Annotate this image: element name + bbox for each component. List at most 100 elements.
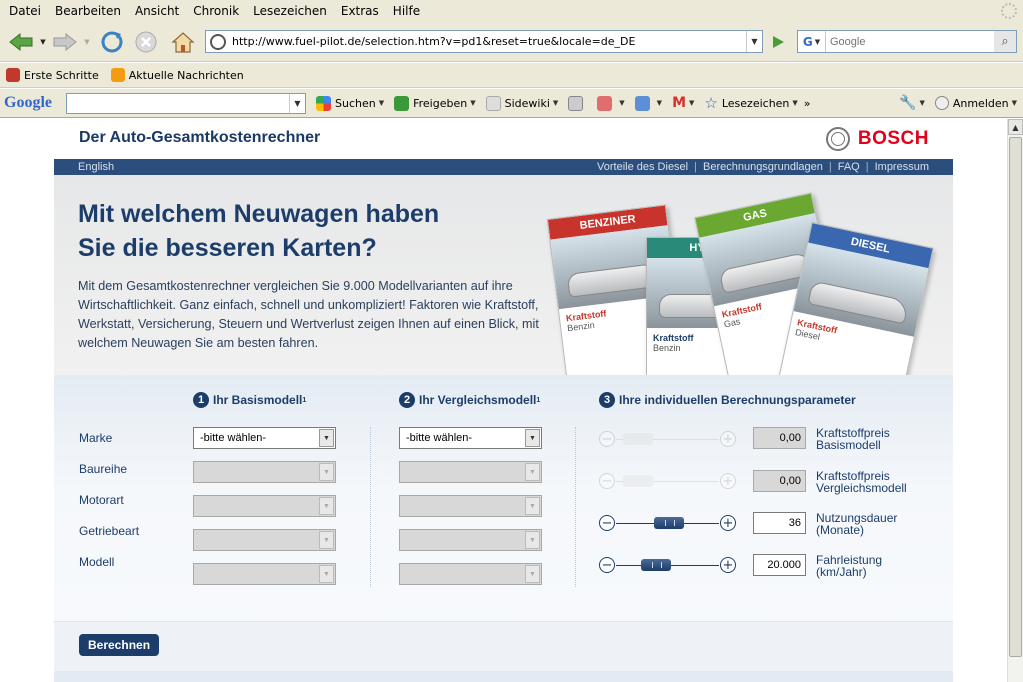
label-motorart: Motorart [79, 493, 124, 507]
search-icon[interactable]: ⌕ [994, 31, 1016, 52]
home-button[interactable] [168, 28, 198, 56]
google-search-input[interactable]: ▼ [66, 92, 306, 114]
fahrleistung-input[interactable]: 20.000 [753, 554, 806, 576]
plus-icon[interactable]: + [720, 473, 736, 489]
plus-icon[interactable]: + [720, 557, 736, 573]
chevron-down-icon[interactable]: ▼ [525, 565, 540, 583]
kraftstoffpreis-basis-slider[interactable]: − + [599, 431, 736, 449]
google-settings-button[interactable]: 🔧 ▼ [899, 95, 925, 111]
basis-getriebeart-select[interactable]: ▼ [193, 529, 336, 551]
bookmark-label: Aktuelle Nachrichten [128, 68, 244, 82]
nav-separator: | [865, 161, 869, 173]
nutzungsdauer-label: Nutzungsdauer (Monate) [816, 512, 936, 536]
google-logo[interactable]: Google [4, 94, 60, 112]
language-link-english[interactable]: English [78, 161, 114, 173]
menu-lesezeichen[interactable]: Lesezeichen [246, 0, 334, 22]
google-plus-button[interactable]: ▼ [634, 95, 662, 111]
vergleich-modell-select[interactable]: ▼ [399, 563, 542, 585]
chevron-down-icon[interactable]: ▼ [319, 463, 334, 481]
basis-modell-select[interactable]: ▼ [193, 563, 336, 585]
slider-handle[interactable] [654, 517, 684, 529]
chevron-down-icon[interactable]: ▼ [319, 429, 334, 447]
chevron-down-icon[interactable]: ▼ [319, 531, 334, 549]
more-chevron-icon[interactable]: » [804, 97, 811, 110]
menu-hilfe[interactable]: Hilfe [386, 0, 427, 22]
label-modell: Modell [79, 555, 115, 569]
basis-baureihe-select[interactable]: ▼ [193, 461, 336, 483]
plus-icon[interactable]: + [720, 431, 736, 447]
scroll-up-icon[interactable]: ▲ [1008, 119, 1023, 135]
nutzungsdauer-slider[interactable]: − + [599, 515, 736, 533]
vergleich-marke-select[interactable]: -bitte wählen- ▼ [399, 427, 542, 449]
nutzungsdauer-input[interactable]: 36 [753, 512, 806, 534]
address-url[interactable]: http://www.fuel-pilot.de/selection.htm?v… [232, 35, 746, 48]
chevron-down-icon[interactable]: ▼ [319, 497, 334, 515]
google-suchen-label: Suchen [335, 96, 376, 110]
address-dropdown-icon[interactable]: ▼ [746, 31, 762, 52]
address-bar[interactable]: http://www.fuel-pilot.de/selection.htm?v… [205, 30, 763, 53]
search-bar[interactable]: G▼ ⌕ [797, 30, 1017, 53]
google-bookmark-tag-button[interactable]: ▼ [597, 95, 625, 111]
minus-icon[interactable]: − [599, 515, 615, 531]
forward-history-dropdown[interactable]: ▼ [82, 28, 92, 56]
kraftstoffpreis-vergleich-slider[interactable]: − + [599, 473, 736, 491]
vergleich-getriebeart-select[interactable]: ▼ [399, 529, 542, 551]
back-history-dropdown[interactable]: ▼ [38, 28, 48, 56]
label-baureihe: Baureihe [79, 462, 128, 476]
plus-icon [634, 95, 650, 111]
kraftstoffpreis-basis-input[interactable]: 0,00 [753, 427, 806, 449]
slider-handle[interactable] [623, 475, 653, 487]
minus-icon[interactable]: − [599, 557, 615, 573]
forward-button[interactable] [50, 28, 80, 56]
google-lesezeichen-button[interactable]: ☆ Lesezeichen ▼ » [704, 94, 810, 112]
google-suchen-button[interactable]: Suchen ▼ [316, 95, 384, 111]
bosch-logo[interactable]: BOSCH [825, 127, 929, 151]
back-button[interactable] [4, 28, 38, 56]
slider-handle[interactable] [641, 559, 671, 571]
search-input[interactable] [826, 35, 994, 48]
nav-link-vorteile-diesel[interactable]: Vorteile des Diesel [597, 161, 688, 173]
reload-button[interactable] [98, 28, 126, 56]
bookmark-aktuelle-nachrichten[interactable]: Aktuelle Nachrichten [110, 68, 244, 82]
chevron-down-icon[interactable]: ▼ [525, 497, 540, 515]
scrollbar-thumb[interactable] [1009, 137, 1022, 657]
bookmark-erste-schritte[interactable]: Erste Schritte [6, 68, 99, 82]
chevron-down-icon[interactable]: ▼ [319, 565, 334, 583]
page-scrollbar[interactable]: ▲ [1007, 119, 1023, 682]
google-home-button[interactable] [568, 95, 587, 111]
menu-extras[interactable]: Extras [334, 0, 386, 22]
site-nav-links: Vorteile des Diesel | Berechnungsgrundla… [597, 161, 929, 173]
chevron-down-icon[interactable]: ▼ [525, 429, 540, 447]
site-identity-icon[interactable] [210, 33, 226, 50]
search-engine-icon[interactable]: G ▼ [798, 31, 826, 52]
minus-icon[interactable]: − [599, 473, 615, 489]
berechnen-button[interactable]: Berechnen [79, 634, 160, 656]
kraftstoffpreis-vergleich-input[interactable]: 0,00 [753, 470, 806, 492]
vergleich-baureihe-select[interactable]: ▼ [399, 461, 542, 483]
nav-link-berechnungsgrundlagen[interactable]: Berechnungsgrundlagen [703, 161, 823, 173]
menu-bearbeiten[interactable]: Bearbeiten [48, 0, 128, 22]
plus-icon[interactable]: + [720, 515, 736, 531]
menu-chronik[interactable]: Chronik [186, 0, 246, 22]
basis-motorart-select[interactable]: ▼ [193, 495, 336, 517]
minus-icon[interactable]: − [599, 431, 615, 447]
hero-text: Mit dem Gesamtkostenrechner vergleichen … [78, 279, 539, 350]
fahrleistung-slider[interactable]: − + [599, 557, 736, 575]
column-header-basismodell: 1 Ihr Basismodell 1 [193, 392, 306, 408]
google-signin-button[interactable]: Anmelden ▼ [934, 96, 1017, 110]
chevron-down-icon[interactable]: ▼ [525, 463, 540, 481]
nav-link-faq[interactable]: FAQ [838, 161, 860, 173]
google-mail-button[interactable]: M ▼ [672, 95, 694, 111]
slider-handle[interactable] [623, 433, 653, 445]
chevron-down-icon[interactable]: ▼ [289, 93, 305, 113]
vergleich-motorart-select[interactable]: ▼ [399, 495, 542, 517]
google-freigeben-button[interactable]: Freigeben ▼ [394, 95, 476, 111]
nav-link-impressum[interactable]: Impressum [875, 161, 929, 173]
go-button[interactable] [768, 32, 788, 52]
google-sidewiki-button[interactable]: Sidewiki ▼ [485, 95, 558, 111]
basis-marke-select[interactable]: -bitte wählen- ▼ [193, 427, 336, 449]
chevron-down-icon[interactable]: ▼ [525, 531, 540, 549]
stop-button[interactable] [132, 28, 160, 56]
menu-datei[interactable]: Datei [2, 0, 48, 22]
menu-ansicht[interactable]: Ansicht [128, 0, 186, 22]
